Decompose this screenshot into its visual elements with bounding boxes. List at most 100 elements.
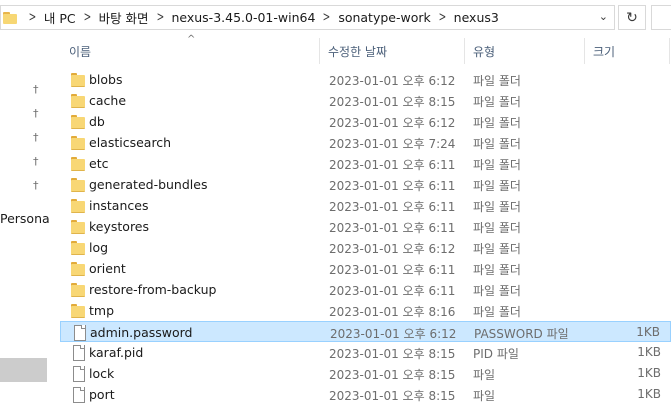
file-icon <box>70 387 86 403</box>
breadcrumb-item-sonatype-work[interactable]: sonatype-work <box>338 10 430 25</box>
file-name: instances <box>89 198 149 213</box>
breadcrumb-separator[interactable]: > <box>323 10 331 25</box>
pin-icon[interactable]: † <box>33 84 43 96</box>
folder-row[interactable]: cache 2023-01-01 오후 8:15 파일 폴더 <box>60 90 671 111</box>
column-header-name[interactable]: 이름 <box>69 43 91 60</box>
folder-icon <box>70 135 86 150</box>
pin-icon[interactable]: † <box>33 156 43 168</box>
file-row[interactable]: admin.password 2023-01-01 오후 6:12 PASSWORD… <box>60 321 671 342</box>
refresh-button[interactable]: ↻ <box>618 5 646 30</box>
folder-row[interactable]: elasticsearch 2023-01-01 오후 7:24 파일 폴더 <box>60 132 671 153</box>
file-name: blobs <box>89 72 123 87</box>
file-size: 1KB <box>637 366 661 380</box>
refresh-icon: ↻ <box>626 9 638 26</box>
folder-icon <box>70 72 86 87</box>
nav-item-selected[interactable] <box>0 358 47 382</box>
file-date: 2023-01-01 오후 6:12 <box>329 242 456 256</box>
column-divider[interactable] <box>319 38 320 64</box>
file-name: cache <box>89 93 127 108</box>
file-type: 파일 폴더 <box>473 158 521 172</box>
file-row[interactable]: port 2023-01-01 오후 8:15 파일 1KB <box>60 384 671 405</box>
folder-row[interactable]: instances 2023-01-01 오후 6:11 파일 폴더 <box>60 195 671 216</box>
folder-row[interactable]: orient 2023-01-01 오후 6:11 파일 폴더 <box>60 258 671 279</box>
file-date: 2023-01-01 오후 6:11 <box>329 200 456 214</box>
file-name: karaf.pid <box>89 345 144 360</box>
file-name: admin.password <box>90 325 193 340</box>
folder-row[interactable]: blobs 2023-01-01 오후 6:12 파일 폴더 <box>60 69 671 90</box>
file-name: etc <box>89 156 109 171</box>
pin-icon[interactable]: † <box>33 132 43 144</box>
breadcrumb-separator[interactable]: > <box>83 10 91 25</box>
folder-row[interactable]: restore-from-backup 2023-01-01 오후 6:11 파일 … <box>60 279 671 300</box>
breadcrumb-item-nexus-dir[interactable]: nexus-3.45.0-01-win64 <box>171 10 315 25</box>
column-header-size[interactable]: 크기 <box>593 43 615 60</box>
file-icon <box>70 345 86 361</box>
navigation-pane: † † † † † Personal <box>0 36 50 407</box>
file-name: tmp <box>89 303 115 318</box>
file-type: 파일 폴더 <box>473 74 521 88</box>
file-type: 파일 폴더 <box>473 137 521 151</box>
file-date: 2023-01-01 오후 8:15 <box>329 389 456 403</box>
nav-item-personal[interactable]: Personal <box>0 211 50 226</box>
file-type: 파일 폴더 <box>473 95 521 109</box>
breadcrumb-item-this-pc[interactable]: 내 PC <box>44 8 76 27</box>
file-size: 1KB <box>636 325 660 339</box>
folder-icon <box>70 240 86 255</box>
file-row[interactable]: lock 2023-01-01 오후 8:15 파일 1KB <box>60 363 671 384</box>
folder-row[interactable]: keystores 2023-01-01 오후 6:11 파일 폴더 <box>60 216 671 237</box>
file-date: 2023-01-01 오후 6:11 <box>329 221 456 235</box>
pin-icon[interactable]: † <box>33 108 43 120</box>
file-type: 파일 폴더 <box>473 221 521 235</box>
file-type: PASSWORD 파일 <box>474 327 569 341</box>
chevron-down-icon[interactable]: ⌄ <box>599 10 608 23</box>
file-name: db <box>89 114 105 129</box>
file-row[interactable]: karaf.pid 2023-01-01 오후 8:15 PID 파일 1KB <box>60 342 671 363</box>
breadcrumb: > 내 PC > 바탕 화면 > nexus-3.45.0-01-win64 >… <box>21 8 499 27</box>
file-name: generated-bundles <box>89 177 208 192</box>
breadcrumb-item-desktop[interactable]: 바탕 화면 <box>99 8 149 27</box>
file-type: 파일 폴더 <box>473 284 521 298</box>
folder-row[interactable]: log 2023-01-01 오후 6:12 파일 폴더 <box>60 237 671 258</box>
file-icon <box>70 366 86 382</box>
folder-row[interactable]: tmp 2023-01-01 오후 8:16 파일 폴더 <box>60 300 671 321</box>
folder-icon <box>70 156 86 171</box>
file-date: 2023-01-01 오후 6:12 <box>329 74 456 88</box>
pin-icon[interactable]: † <box>33 180 43 192</box>
file-date: 2023-01-01 오후 6:11 <box>329 284 456 298</box>
column-divider[interactable] <box>584 38 585 64</box>
folder-icon <box>3 11 19 24</box>
folder-icon <box>70 261 86 276</box>
folder-row[interactable]: etc 2023-01-01 오후 6:11 파일 폴더 <box>60 153 671 174</box>
file-type: 파일 폴더 <box>473 200 521 214</box>
file-date: 2023-01-01 오후 6:11 <box>329 179 456 193</box>
column-header-type[interactable]: 유형 <box>473 43 495 60</box>
column-divider[interactable] <box>669 38 670 64</box>
folder-icon <box>70 114 86 129</box>
column-divider[interactable] <box>464 38 465 64</box>
folder-icon <box>70 282 86 297</box>
file-name: keystores <box>89 219 150 234</box>
file-date: 2023-01-01 오후 8:15 <box>329 95 456 109</box>
file-date: 2023-01-01 오후 6:11 <box>329 158 456 172</box>
folder-row[interactable]: db 2023-01-01 오후 6:12 파일 폴더 <box>60 111 671 132</box>
file-name: restore-from-backup <box>89 282 217 297</box>
file-type: 파일 폴더 <box>473 242 521 256</box>
breadcrumb-item-nexus3[interactable]: nexus3 <box>454 10 499 25</box>
folder-icon <box>70 303 86 318</box>
breadcrumb-separator[interactable]: > <box>438 10 446 25</box>
file-type: 파일 폴더 <box>473 179 521 193</box>
folder-icon <box>70 93 86 108</box>
address-bar[interactable]: > 내 PC > 바탕 화면 > nexus-3.45.0-01-win64 >… <box>0 5 615 30</box>
file-icon <box>71 325 87 341</box>
file-type: 파일 폴더 <box>473 116 521 130</box>
search-box[interactable] <box>651 5 671 30</box>
breadcrumb-separator[interactable]: > <box>29 10 37 25</box>
breadcrumb-separator[interactable]: > <box>156 10 164 25</box>
file-date: 2023-01-01 오후 6:12 <box>330 327 457 341</box>
file-name: orient <box>89 261 126 276</box>
file-type: 파일 폴더 <box>473 305 521 319</box>
folder-row[interactable]: generated-bundles 2023-01-01 오후 6:11 파일 폴더 <box>60 174 671 195</box>
column-header-date[interactable]: 수정한 날짜 <box>328 43 387 60</box>
file-name: elasticsearch <box>89 135 172 150</box>
folder-icon <box>70 198 86 213</box>
